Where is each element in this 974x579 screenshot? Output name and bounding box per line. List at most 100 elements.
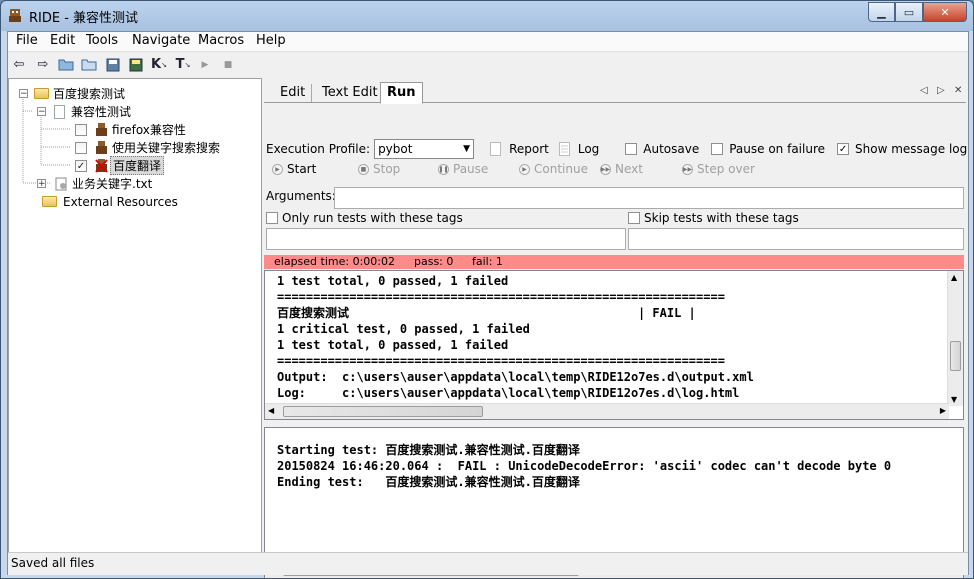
tab-text-edit[interactable]: Text Edit — [316, 84, 385, 102]
step-over-button[interactable]: ▶▶ Step over — [682, 162, 755, 176]
run-icon[interactable]: ▶ — [196, 56, 214, 73]
start-button[interactable]: ▶ Start — [272, 162, 316, 176]
tree-test-item-selected[interactable]: ✓ 百度翻译 — [75, 156, 165, 175]
save-all-icon[interactable] — [127, 56, 145, 73]
dropdown-arrow-icon: ▼ — [463, 144, 471, 154]
skip-tags-input[interactable] — [628, 228, 964, 250]
status-bar: Saved all files — [8, 552, 968, 575]
output-hscroll-thumb[interactable] — [283, 406, 483, 417]
start-label: Start — [287, 162, 317, 176]
message-log-text: Starting test: 百度搜索测试.兼容性测试.百度翻译 2015082… — [277, 443, 892, 489]
tree-test-item[interactable]: firefox兼容性 — [75, 121, 186, 138]
app-window: RIDE - 兼容性测试 ▁ ▭ ✕ File Edit Tools Navig… — [0, 0, 974, 579]
tree-external-label: External Resources — [63, 194, 178, 209]
elapsed-time: elapsed time: 0:00:02 — [274, 255, 395, 268]
back-arrow-icon[interactable]: ⇦ — [10, 56, 28, 73]
only-run-tags-row: Only run tests with these tags — [266, 211, 463, 225]
open-directory-icon[interactable] — [80, 56, 98, 73]
stop-icon[interactable]: ■ — [219, 56, 237, 73]
robot-test-icon — [95, 122, 108, 137]
only-run-tags-checkbox[interactable] — [266, 212, 278, 224]
failed-robot-test-icon — [95, 158, 108, 173]
tree-resource-file[interactable]: + 业务关键字.txt — [37, 175, 152, 192]
execution-profile-select[interactable]: pybot ▼ — [374, 139, 475, 159]
tree-test-label: firefox兼容性 — [112, 123, 186, 137]
menu-help[interactable]: Help — [256, 33, 286, 48]
next-label: Next — [615, 162, 643, 176]
only-run-tags-label: Only run tests with these tags — [282, 211, 463, 225]
only-run-tags-input[interactable] — [266, 228, 626, 250]
test-search-icon[interactable]: T ↘ — [174, 56, 192, 73]
stop-button[interactable]: ■ Stop — [358, 162, 400, 176]
close-button[interactable]: ✕ — [923, 2, 967, 22]
tab-edit[interactable]: Edit — [274, 84, 313, 102]
pause-on-failure-label: Pause on failure — [729, 142, 826, 156]
tree-root-suite[interactable]: − 百度搜索测试 — [19, 85, 125, 102]
test-checkbox[interactable] — [75, 141, 87, 154]
continue-button[interactable]: ▶ Continue — [519, 162, 588, 176]
next-button[interactable]: ▶▶ Next — [600, 162, 643, 176]
folder-icon — [42, 196, 57, 207]
tree-test-label: 使用关键字搜索搜索 — [112, 141, 221, 155]
output-vscroll-thumb[interactable] — [950, 341, 961, 371]
tab-prev-icon[interactable]: ◁ — [920, 85, 928, 96]
pause-icon: ❚❚ — [438, 163, 449, 175]
keyword-search-icon[interactable]: K ↘ — [150, 56, 168, 73]
robot-app-icon — [9, 9, 21, 22]
scroll-right-icon[interactable]: ▶ — [940, 406, 946, 415]
autosave-checkbox[interactable] — [625, 143, 638, 155]
output-vertical-scrollbar[interactable]: ▲ ▼ — [947, 271, 963, 406]
skip-tags-checkbox[interactable] — [628, 212, 640, 224]
skip-tags-row: Skip tests with these tags — [628, 211, 799, 225]
arguments-input[interactable] — [334, 187, 964, 209]
show-message-log-checkbox[interactable]: ✓ — [837, 143, 850, 155]
pause-on-failure-checkbox[interactable] — [711, 143, 724, 155]
arguments-label: Arguments: — [266, 189, 336, 203]
report-button[interactable]: Report — [509, 142, 549, 156]
menu-navigate[interactable]: Navigate — [132, 33, 190, 48]
tab-run[interactable]: Run — [380, 82, 423, 104]
tab-next-icon[interactable]: ▷ — [937, 85, 945, 96]
project-tree-panel: − 百度搜索测试 − 兼容性测试 firefox兼容性 使用关键字搜索搜索 ✓ — [8, 78, 262, 553]
tree-external-resources[interactable]: External Resources — [42, 193, 178, 210]
expand-icon[interactable]: + — [37, 179, 46, 189]
minimize-button[interactable]: ▁ — [868, 2, 895, 22]
test-checkbox[interactable] — [75, 123, 87, 136]
scroll-up-icon[interactable]: ▲ — [951, 273, 957, 282]
title-bar[interactable]: RIDE - 兼容性测试 ▁ ▭ ✕ — [1, 1, 973, 31]
menu-edit[interactable]: Edit — [50, 33, 75, 48]
log-icon — [558, 142, 570, 156]
continue-label: Continue — [534, 162, 588, 176]
file-icon — [54, 104, 65, 119]
forward-arrow-icon[interactable]: ⇨ — [34, 56, 52, 73]
report-icon — [490, 142, 502, 156]
menu-bar: File Edit Tools Navigate Macros Help — [8, 32, 968, 52]
scroll-down-icon[interactable]: ▼ — [951, 395, 957, 404]
execution-profile-row: Execution Profile: pybot ▼ Report Log Au… — [266, 139, 967, 159]
test-checkbox-checked[interactable]: ✓ — [75, 159, 87, 172]
tab-close-icon[interactable]: ✕ — [954, 85, 962, 96]
menu-macros[interactable]: Macros — [198, 33, 244, 48]
tree-suite[interactable]: − 兼容性测试 — [37, 103, 131, 120]
menu-tools[interactable]: Tools — [86, 33, 118, 48]
output-horizontal-scrollbar[interactable]: ◀ ▶ — [265, 403, 949, 419]
tree-resource-label: 业务关键字.txt — [72, 177, 153, 191]
output-console[interactable]: 1 test total, 0 passed, 1 failed =======… — [264, 270, 964, 420]
tree-test-item[interactable]: 使用关键字搜索搜索 — [75, 139, 220, 156]
client-area: File Edit Tools Navigate Macros Help ⇦ ⇨… — [7, 31, 969, 578]
resource-file-icon — [55, 177, 67, 190]
save-icon[interactable] — [104, 56, 122, 73]
scroll-left-icon[interactable]: ◀ — [268, 406, 274, 415]
collapse-icon[interactable]: − — [37, 107, 46, 117]
toolbar: ⇦ ⇨ K ↘ T ↘ ▶ ■ — [8, 53, 968, 76]
maximize-button[interactable]: ▭ — [895, 2, 923, 22]
log-button[interactable]: Log — [578, 142, 599, 156]
menu-file[interactable]: File — [16, 33, 38, 48]
open-folder-icon[interactable] — [57, 56, 75, 73]
status-text: Saved all files — [11, 556, 95, 570]
collapse-icon[interactable]: − — [19, 89, 28, 99]
start-icon: ▶ — [272, 163, 283, 175]
pause-button[interactable]: ❚❚ Pause — [438, 162, 488, 176]
next-icon: ▶▶ — [600, 163, 611, 175]
tree-test-label: 百度翻译 — [110, 156, 165, 175]
